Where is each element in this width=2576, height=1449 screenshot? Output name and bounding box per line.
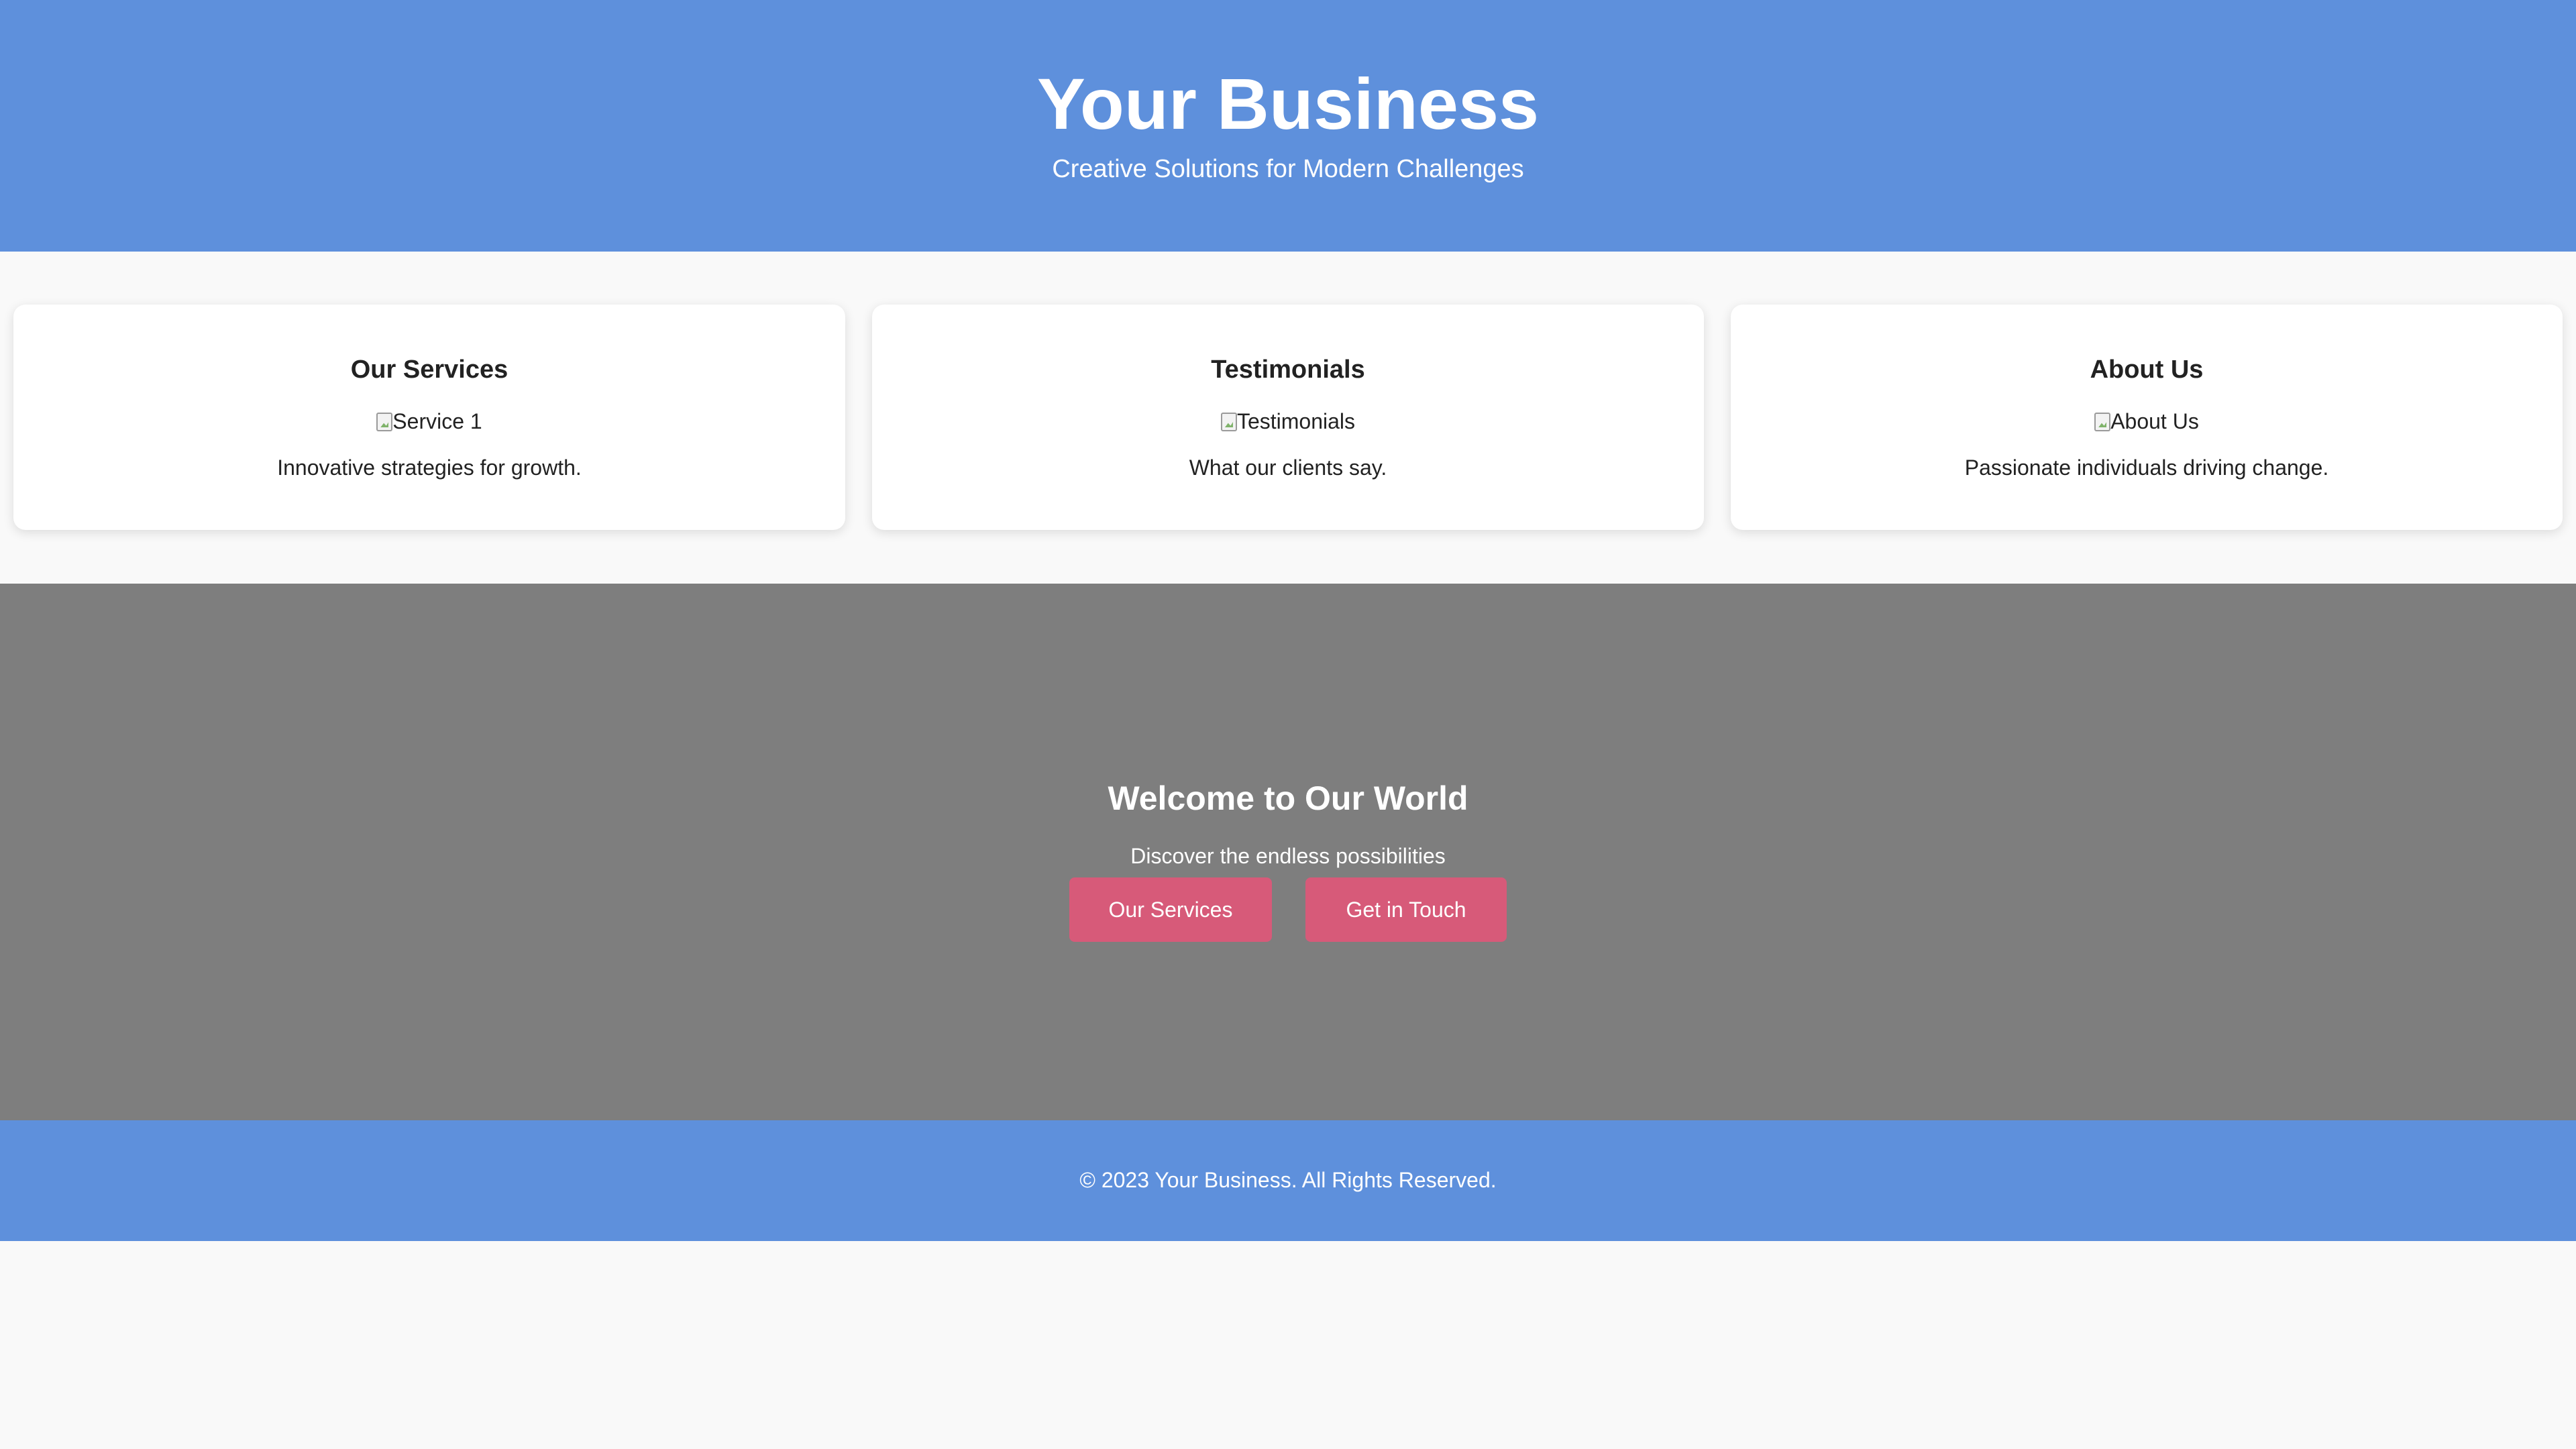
card-image: Testimonials <box>872 408 1704 435</box>
broken-image-icon <box>1220 413 1237 431</box>
card-image: About Us <box>1731 408 2563 435</box>
card-title: About Us <box>2090 356 2204 384</box>
image-alt-text: Service 1 <box>392 409 482 433</box>
broken-image-icon <box>2094 413 2111 431</box>
broken-image-icon <box>376 413 393 431</box>
site-tagline: Creative Solutions for Modern Challenges <box>1052 155 1524 183</box>
site-footer: © 2023 Your Business. All Rights Reserve… <box>0 1120 2576 1241</box>
card-description: Innovative strategies for growth. <box>277 455 582 480</box>
services-card: Our Services Service 1 Innovative strate… <box>13 305 845 530</box>
image-alt-text: Testimonials <box>1236 409 1356 433</box>
copyright-text: © 2023 Your Business. All Rights Reserve… <box>1079 1168 1497 1192</box>
testimonials-card: Testimonials Testimonials What our clien… <box>872 305 1704 530</box>
card-description: Passionate individuals driving change. <box>1964 455 2329 480</box>
about-card: About Us About Us Passionate individuals… <box>1731 305 2563 530</box>
site-title: Your Business <box>1036 63 1540 144</box>
card-description: What our clients say. <box>1189 455 1387 480</box>
hero-subtitle: Discover the endless possibilities <box>1130 844 1446 868</box>
hero-section: Welcome to Our World Discover the endles… <box>0 584 2576 1120</box>
card-image: Service 1 <box>13 408 845 435</box>
site-header: Your Business Creative Solutions for Mod… <box>0 0 2576 252</box>
card-title: Testimonials <box>1211 356 1365 384</box>
our-services-button[interactable]: Our Services <box>1069 877 1272 942</box>
hero-title: Welcome to Our World <box>1108 780 1468 817</box>
get-in-touch-button[interactable]: Get in Touch <box>1305 877 1507 942</box>
image-alt-text: About Us <box>2110 409 2199 433</box>
card-title: Our Services <box>350 356 508 384</box>
